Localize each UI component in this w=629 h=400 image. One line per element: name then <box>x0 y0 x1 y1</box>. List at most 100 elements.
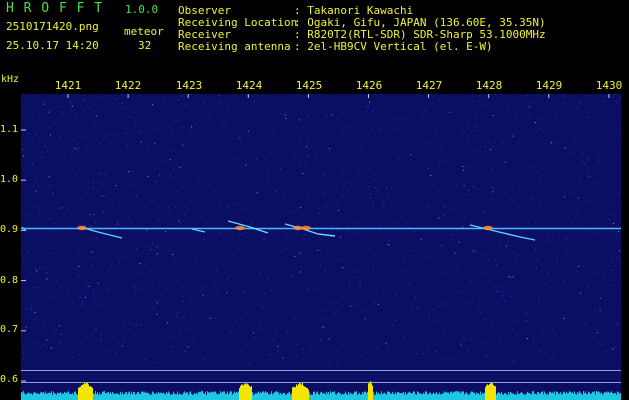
noise-speckle <box>475 125 477 127</box>
level-bar <box>529 393 530 400</box>
level-bar <box>348 391 349 400</box>
noise-speckle <box>383 204 385 206</box>
noise-speckle <box>95 328 97 330</box>
noise-speckle <box>429 268 431 270</box>
noise-speckle <box>502 142 504 144</box>
noise-speckle <box>331 114 333 116</box>
noise-speckle <box>572 220 573 222</box>
noise-speckle <box>505 161 506 163</box>
level-bar <box>452 392 453 400</box>
noise-speckle <box>307 116 309 118</box>
noise-speckle <box>246 280 248 282</box>
level-bar <box>351 393 352 400</box>
noise-speckle <box>595 273 597 275</box>
noise-speckle <box>149 323 151 324</box>
noise-speckle <box>37 95 38 97</box>
level-bar <box>148 393 149 400</box>
noise-speckle <box>513 251 515 253</box>
noise-speckle <box>342 196 344 198</box>
noise-speckle <box>178 331 180 333</box>
noise-speckle <box>199 201 200 202</box>
noise-speckle <box>139 131 141 133</box>
noise-speckle <box>89 314 91 316</box>
noise-speckle <box>104 297 106 298</box>
noise-speckle <box>533 336 535 338</box>
noise-speckle <box>386 329 388 331</box>
noise-speckle <box>203 357 205 359</box>
level-bar <box>293 387 294 400</box>
level-bar <box>284 392 285 400</box>
noise-speckle <box>366 265 368 266</box>
level-bar <box>31 393 32 400</box>
noise-speckle <box>463 337 465 339</box>
level-bar <box>349 394 350 400</box>
noise-speckle <box>523 261 524 263</box>
noise-speckle <box>254 252 255 254</box>
noise-speckle <box>470 280 471 282</box>
noise-speckle <box>490 325 492 327</box>
level-bar <box>256 393 257 400</box>
noise-speckle <box>412 160 414 162</box>
noise-speckle <box>67 290 69 291</box>
noise-speckle <box>25 191 27 193</box>
noise-speckle <box>527 153 528 155</box>
noise-speckle <box>369 101 370 103</box>
noise-speckle <box>530 102 531 104</box>
noise-speckle <box>157 189 159 191</box>
level-bar <box>168 391 169 400</box>
level-bar <box>364 391 365 400</box>
noise-speckle <box>407 210 408 212</box>
noise-speckle <box>115 185 117 187</box>
level-bar <box>479 394 480 400</box>
noise-speckle <box>614 265 615 267</box>
noise-speckle <box>445 305 447 307</box>
noise-speckle <box>277 257 279 259</box>
level-bar <box>198 391 199 400</box>
level-bar <box>523 394 524 400</box>
noise-speckle <box>483 189 485 190</box>
noise-speckle <box>342 134 343 136</box>
noise-speckle <box>196 284 198 286</box>
noise-speckle <box>78 224 80 226</box>
noise-speckle <box>463 185 465 187</box>
level-bar <box>415 394 416 400</box>
noise-speckle <box>349 189 350 191</box>
noise-speckle <box>67 336 69 338</box>
level-bar <box>45 391 46 400</box>
noise-speckle <box>570 130 572 132</box>
noise-speckle <box>156 254 158 256</box>
noise-speckle <box>515 333 517 335</box>
noise-speckle <box>294 329 296 331</box>
noise-speckle <box>527 95 529 97</box>
noise-speckle <box>185 195 187 197</box>
noise-speckle <box>548 220 550 222</box>
level-bar <box>177 391 178 400</box>
noise-speckle <box>588 173 590 175</box>
level-bar <box>455 391 456 400</box>
noise-speckle <box>457 121 459 123</box>
level-bar <box>443 393 444 400</box>
noise-speckle <box>440 273 442 275</box>
noise-speckle <box>296 327 298 329</box>
level-bar <box>374 394 375 400</box>
noise-speckle <box>557 165 559 167</box>
level-bar <box>79 387 80 400</box>
noise-speckle <box>178 282 180 284</box>
noise-speckle <box>259 305 261 307</box>
noise-speckle <box>322 352 324 354</box>
level-bar <box>375 394 376 400</box>
noise-speckle <box>306 146 308 148</box>
noise-speckle <box>160 125 162 127</box>
noise-speckle <box>536 172 538 174</box>
noise-speckle <box>403 284 405 286</box>
noise-speckle <box>241 234 242 235</box>
noise-speckle <box>440 211 442 213</box>
level-bar <box>339 393 340 400</box>
noise-speckle <box>132 260 134 262</box>
noise-speckle <box>229 180 231 182</box>
noise-speckle <box>118 119 120 121</box>
noise-speckle <box>86 282 88 284</box>
noise-speckle <box>124 235 126 236</box>
noise-speckle <box>492 191 494 193</box>
noise-speckle <box>110 95 112 97</box>
